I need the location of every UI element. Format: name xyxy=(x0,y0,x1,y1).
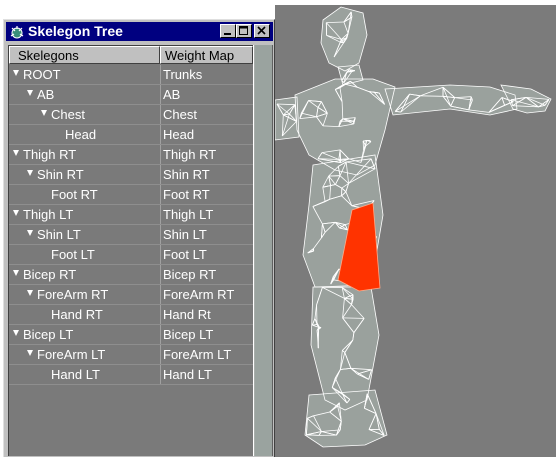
table-row[interactable]: Shin RT Shin RT xyxy=(9,165,253,185)
weight-map-cell[interactable]: Trunks xyxy=(163,65,202,84)
column-header-weight-map[interactable]: Weight Map xyxy=(160,46,253,64)
mesh-edge xyxy=(342,317,365,319)
table-row[interactable]: Bicep LT Bicep LT xyxy=(9,325,253,345)
weight-map-cell[interactable]: Hand LT xyxy=(163,365,212,384)
maximize-button[interactable] xyxy=(236,24,252,38)
skelegon-cell: Bicep LT xyxy=(9,325,161,344)
vertical-scrollbar[interactable] xyxy=(253,45,273,456)
weight-map-cell[interactable]: ForeArm LT xyxy=(163,345,231,364)
skelegon-name: Thigh LT xyxy=(23,207,74,222)
skelegon-name: Chest xyxy=(51,107,85,122)
skelegon-cell: Thigh LT xyxy=(9,205,161,224)
skelegon-name: Foot RT xyxy=(51,187,98,202)
expand-arrow-icon[interactable] xyxy=(27,90,33,96)
skelegon-name: Shin RT xyxy=(37,167,84,182)
table-row[interactable]: Foot RT Foot RT xyxy=(9,185,253,205)
skelegon-name: Hand LT xyxy=(51,367,100,382)
table-row[interactable]: Hand RT Hand Rt xyxy=(9,305,253,325)
skelegon-name: Foot LT xyxy=(51,247,95,262)
skelegon-name: Head xyxy=(65,127,97,142)
skelegon-name: Bicep RT xyxy=(23,267,77,282)
table-row[interactable]: Shin LT Shin LT xyxy=(9,225,253,245)
weight-map-cell[interactable]: Bicep RT xyxy=(163,265,216,284)
table-row[interactable]: ForeArm LT ForeArm LT xyxy=(9,345,253,365)
skelegon-cell: Hand RT xyxy=(9,305,161,324)
weight-map-cell[interactable]: Chest xyxy=(163,105,197,124)
weight-map-cell[interactable]: Bicep LT xyxy=(163,325,213,344)
close-icon xyxy=(257,26,266,35)
expand-arrow-icon[interactable] xyxy=(13,270,19,276)
scrollbar-thumb[interactable] xyxy=(255,45,272,456)
weight-map-cell[interactable]: Shin RT xyxy=(163,165,210,184)
weight-map-cell[interactable]: Foot RT xyxy=(163,185,210,204)
skelegon-name: AB xyxy=(37,87,55,102)
weight-map-cell[interactable]: Hand Rt xyxy=(163,305,211,324)
skelegon-name: ForeArm LT xyxy=(37,347,106,362)
table-row[interactable]: ROOT Trunks xyxy=(9,65,253,85)
weight-map-cell[interactable]: Thigh LT xyxy=(163,205,213,224)
table-row[interactable]: Thigh RT Thigh RT xyxy=(9,145,253,165)
table-row[interactable]: ForeArm RT ForeArm RT xyxy=(9,285,253,305)
skelegon-cell: Foot RT xyxy=(9,185,161,204)
skelegon-cell: Shin LT xyxy=(9,225,161,244)
skelegon-cell: ROOT xyxy=(9,65,161,84)
skelegon-name: Bicep LT xyxy=(23,327,74,342)
expand-arrow-icon[interactable] xyxy=(13,150,19,156)
minimize-button[interactable] xyxy=(220,24,236,38)
skelegon-name: Shin LT xyxy=(37,227,81,242)
expand-arrow-icon[interactable] xyxy=(41,110,47,116)
mesh-region xyxy=(305,390,387,447)
3d-viewport[interactable] xyxy=(275,5,556,457)
mesh-edge xyxy=(420,95,444,97)
expand-arrow-icon[interactable] xyxy=(27,290,33,296)
weight-map-cell[interactable]: Shin LT xyxy=(163,225,207,244)
skelegon-cell: Head xyxy=(9,125,161,144)
skelegon-name: Hand RT xyxy=(51,307,103,322)
expand-arrow-icon[interactable] xyxy=(13,330,19,336)
weight-map-cell[interactable]: AB xyxy=(163,85,180,104)
expand-arrow-icon[interactable] xyxy=(27,230,33,236)
column-header-skelegons[interactable]: Skelegons xyxy=(9,46,160,64)
skelegon-cell: AB xyxy=(9,85,161,104)
skelegon-name: ForeArm RT xyxy=(37,287,109,302)
skelegon-name: Thigh RT xyxy=(23,147,77,162)
skelegon-cell: Shin RT xyxy=(9,165,161,184)
skelegon-list[interactable]: Skelegons Weight Map ROOT Trunks AB AB Chest… xyxy=(8,45,253,456)
wireframe-character-model[interactable] xyxy=(275,5,556,457)
column-header: Skelegons Weight Map xyxy=(9,46,253,64)
weight-map-cell[interactable]: Thigh RT xyxy=(163,145,216,164)
table-row[interactable]: Foot LT Foot LT xyxy=(9,245,253,265)
skelegon-cell: Hand LT xyxy=(9,365,161,384)
close-button[interactable] xyxy=(254,24,270,38)
skelegon-cell: ForeArm RT xyxy=(9,285,161,304)
skelegon-name: ROOT xyxy=(23,67,61,82)
minimize-icon xyxy=(224,33,231,35)
mesh-edge xyxy=(339,149,341,163)
table-row[interactable]: Head Head xyxy=(9,125,253,145)
table-row[interactable]: Hand LT Hand LT xyxy=(9,365,253,385)
expand-arrow-icon[interactable] xyxy=(27,350,33,356)
expand-arrow-icon[interactable] xyxy=(27,170,33,176)
window-titlebar[interactable]: Skelegon Tree xyxy=(6,22,273,41)
skelegon-cell: Thigh RT xyxy=(9,145,161,164)
window-title: Skelegon Tree xyxy=(28,23,123,39)
expand-arrow-icon[interactable] xyxy=(13,210,19,216)
skelegon-cell: Foot LT xyxy=(9,245,161,264)
skelegon-cell: Bicep RT xyxy=(9,265,161,284)
maximize-icon xyxy=(239,26,248,35)
skelegon-cell: Chest xyxy=(9,105,161,124)
weight-map-cell[interactable]: ForeArm RT xyxy=(163,285,234,304)
skelegon-tree-window: Skelegon Tree Skelegons Weight Map ROOT T… xyxy=(3,19,275,457)
table-row[interactable]: Bicep RT Bicep RT xyxy=(9,265,253,285)
expand-arrow-icon[interactable] xyxy=(13,70,19,76)
weight-map-cell[interactable]: Foot LT xyxy=(163,245,207,264)
table-row[interactable]: Thigh LT Thigh LT xyxy=(9,205,253,225)
table-row[interactable]: Chest Chest xyxy=(9,105,253,125)
skelegon-cell: ForeArm LT xyxy=(9,345,161,364)
table-row[interactable]: AB AB xyxy=(9,85,253,105)
weight-map-cell[interactable]: Head xyxy=(163,125,194,144)
skelegon-app-icon xyxy=(10,26,24,39)
